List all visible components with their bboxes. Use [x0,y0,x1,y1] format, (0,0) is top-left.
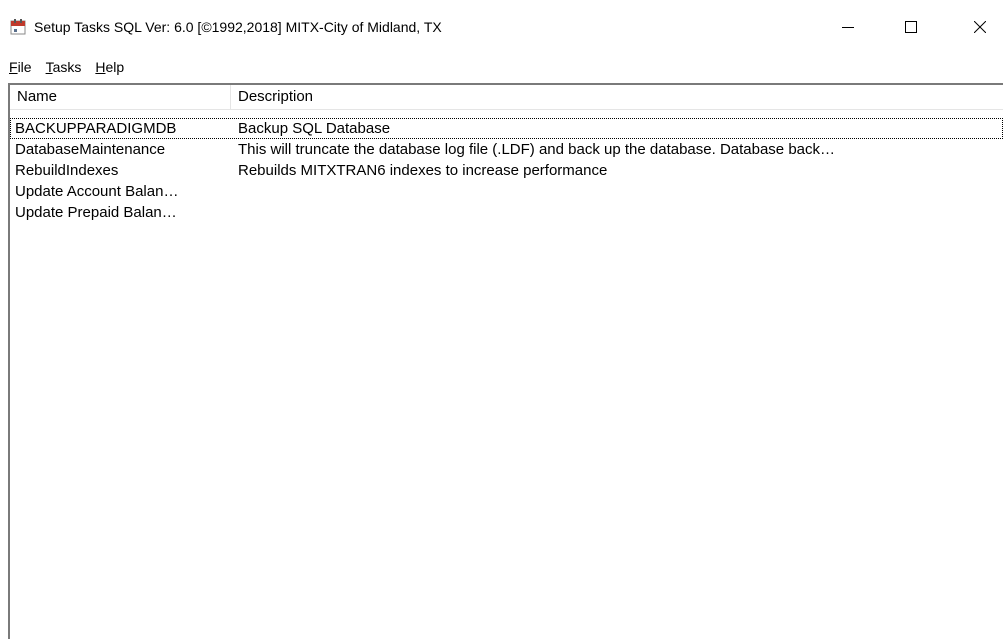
list-header: Name Description [10,85,1003,110]
menu-file[interactable]: File [4,59,37,75]
row-name: BACKUPPARADIGMDB [15,120,177,137]
column-header-description[interactable]: Description [231,85,1003,109]
menu-tasks-label: asks [52,59,82,75]
row-description: This will truncate the database log file… [238,141,836,158]
maximize-icon [905,21,917,33]
menu-help[interactable]: Help [90,59,129,75]
row-description [231,181,1003,202]
menu-file-label: ile [17,59,32,75]
maximize-button[interactable] [888,8,934,46]
calendar-icon[interactable] [10,19,26,35]
row-name: Update Account Balan… [15,183,179,200]
list-row[interactable]: DatabaseMaintenance This will truncate t… [10,139,1003,160]
row-name: Update Prepaid Balan… [15,204,177,221]
menu-tasks[interactable]: Tasks [41,59,87,75]
close-button[interactable] [957,8,1003,46]
row-description [231,202,1003,223]
row-description: Rebuilds MITXTRAN6 indexes to increase p… [238,162,608,179]
row-name: DatabaseMaintenance [15,141,166,158]
list-row[interactable]: Update Prepaid Balan… [10,202,1003,223]
menu-help-accel: H [95,59,106,75]
tasks-list[interactable]: Name Description BACKUPPARADIGMDB Backup… [8,83,1003,639]
row-description: Backup SQL Database [238,120,391,137]
minimize-button[interactable] [825,8,871,46]
row-name: RebuildIndexes [15,162,119,179]
column-header-name[interactable]: Name [10,85,231,109]
menu-help-label: elp [105,59,125,75]
list-row[interactable]: Update Account Balan… [10,181,1003,202]
close-icon [974,21,986,33]
list-body: BACKUPPARADIGMDB Backup SQL Database Dat… [10,118,1003,223]
menu-bar: File Tasks Help [0,56,1003,78]
setup-tasks-window: Setup Tasks SQL Ver: 6.0 [©1992,2018] MI… [0,0,1003,639]
window-title: Setup Tasks SQL Ver: 6.0 [©1992,2018] MI… [34,19,442,35]
list-row[interactable]: BACKUPPARADIGMDB Backup SQL Database [10,118,1003,139]
minimize-icon [842,27,854,28]
title-bar[interactable]: Setup Tasks SQL Ver: 6.0 [©1992,2018] MI… [0,0,1003,54]
menu-tasks-accel: T [45,59,53,75]
menu-file-accel: F [9,59,18,75]
list-row[interactable]: RebuildIndexes Rebuilds MITXTRAN6 indexe… [10,160,1003,181]
